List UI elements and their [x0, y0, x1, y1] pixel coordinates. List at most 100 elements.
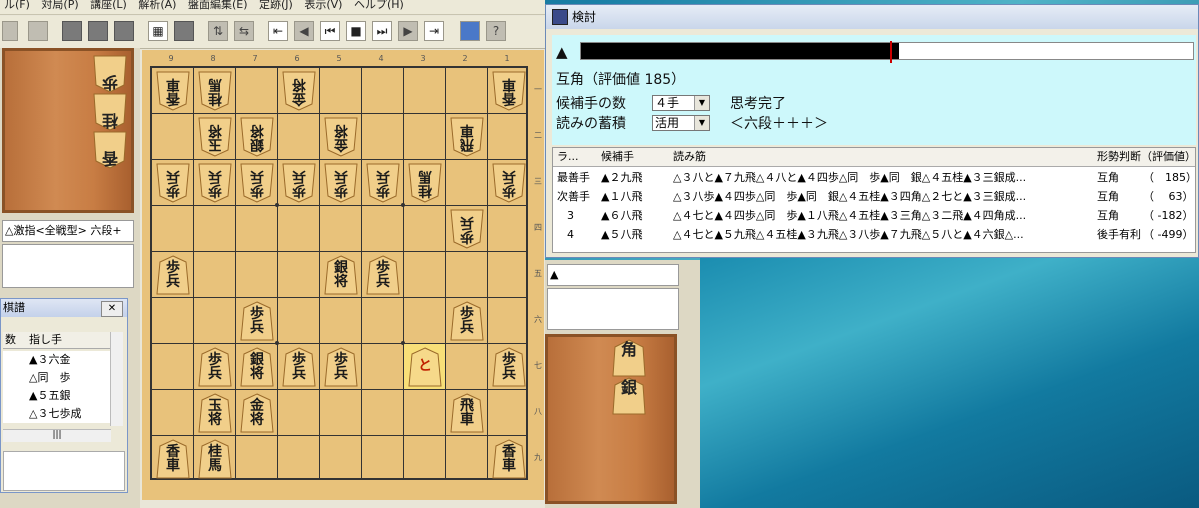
board-square[interactable]: 歩兵 — [446, 298, 488, 344]
menu-edit-board[interactable]: 盤面編集(E) — [188, 0, 248, 10]
board-square[interactable]: 銀将 — [320, 252, 362, 298]
menu-help[interactable]: ヘルプ(H) — [354, 0, 404, 10]
sente-piece[interactable]: 歩兵 — [156, 255, 190, 295]
sente-piece[interactable]: 香車 — [492, 439, 526, 479]
board-square[interactable]: 歩兵 — [488, 160, 530, 206]
board-square[interactable]: 歩兵 — [362, 252, 404, 298]
board-square[interactable]: 歩兵 — [194, 160, 236, 206]
board-square[interactable]: 玉将 — [194, 390, 236, 436]
kifu-row[interactable]: ▲３六金 — [3, 351, 111, 369]
gote-hand-lance[interactable]: 香 — [93, 131, 127, 169]
gote-piece[interactable]: 金将 — [324, 117, 358, 157]
board-square[interactable]: 香車 — [152, 68, 194, 114]
flip-icon[interactable]: ⇅ — [208, 21, 228, 41]
sente-piece[interactable]: と — [408, 347, 442, 387]
kifu-row[interactable]: △３七歩成 — [3, 405, 111, 423]
kifu-comment-box[interactable] — [3, 451, 125, 491]
board-square[interactable]: 香車 — [488, 68, 530, 114]
first-move-icon[interactable]: ⇤ — [268, 21, 288, 41]
board-square[interactable]: 歩兵 — [236, 298, 278, 344]
gote-piece[interactable]: 飛車 — [450, 117, 484, 157]
header-judge[interactable]: 形勢判断（評価値） — [1097, 148, 1196, 166]
gote-hand-pawn[interactable]: 歩 — [93, 55, 127, 93]
board-square[interactable]: 歩兵 — [488, 344, 530, 390]
sente-piece[interactable]: 飛車 — [450, 393, 484, 433]
last-move-icon[interactable]: ⇥ — [424, 21, 444, 41]
gote-piece[interactable]: 歩兵 — [366, 163, 400, 203]
stop-icon[interactable]: ■ — [346, 21, 366, 41]
gote-piece[interactable]: 歩兵 — [156, 163, 190, 203]
board-square[interactable]: 歩兵 — [278, 160, 320, 206]
board-square[interactable]: 桂馬 — [404, 160, 446, 206]
step-forward-icon[interactable]: ⏭ — [372, 21, 392, 41]
sente-piece[interactable]: 歩兵 — [198, 347, 232, 387]
gote-piece[interactable]: 歩兵 — [240, 163, 274, 203]
gote-piece[interactable]: 歩兵 — [450, 209, 484, 249]
chevron-down-icon[interactable]: ▼ — [694, 116, 709, 130]
back-icon[interactable]: ◀ — [294, 21, 314, 41]
help-icon[interactable]: ? — [486, 21, 506, 41]
gote-piece[interactable]: 歩兵 — [282, 163, 316, 203]
gote-piece[interactable]: 歩兵 — [198, 163, 232, 203]
board-square[interactable]: 香車 — [488, 436, 530, 482]
candidate-row[interactable]: 4 ▲５八飛 △４七と▲５九飛△４五桂▲３九飛△３八歩▲７九飛△５八と▲４六銀△..… — [553, 225, 1195, 244]
board-square[interactable]: 金将 — [278, 68, 320, 114]
board-square[interactable]: 香車 — [152, 436, 194, 482]
sente-piece[interactable]: 歩兵 — [282, 347, 316, 387]
sente-piece[interactable]: 歩兵 — [240, 301, 274, 341]
board-square[interactable]: 飛車 — [446, 390, 488, 436]
kifu-hscrollbar[interactable]: ||| — [3, 429, 111, 442]
gote-piece[interactable]: 香車 — [492, 71, 526, 111]
board-square[interactable]: 玉将 — [194, 114, 236, 160]
chevron-down-icon[interactable]: ▼ — [694, 96, 709, 110]
board-square[interactable]: 歩兵 — [194, 344, 236, 390]
candidate-row[interactable]: 3 ▲６八飛 △４七と▲４四歩△同 歩▲１八飛△４五桂▲３三角△３二飛▲４四角成..… — [553, 206, 1195, 225]
open-icon[interactable] — [28, 21, 48, 41]
sente-piece[interactable]: 歩兵 — [492, 347, 526, 387]
accumulation-select[interactable]: 活用 ▼ — [652, 115, 710, 131]
menu-lesson[interactable]: 講座(L) — [90, 0, 127, 10]
sente-hand-silver[interactable]: 銀 — [612, 377, 646, 415]
board-square[interactable]: 歩兵 — [320, 344, 362, 390]
sente-hand-bishop[interactable]: 角 — [612, 339, 646, 377]
menu-joseki[interactable]: 定跡(J) — [259, 0, 293, 10]
board-square[interactable]: 桂馬 — [194, 68, 236, 114]
sente-piece[interactable]: 歩兵 — [324, 347, 358, 387]
gote-piece[interactable]: 玉将 — [198, 117, 232, 157]
header-pv[interactable]: 読み筋 — [673, 148, 706, 166]
gote-piece[interactable]: 歩兵 — [324, 163, 358, 203]
board-square[interactable]: 銀将 — [236, 344, 278, 390]
sente-piece[interactable]: 銀将 — [324, 255, 358, 295]
kifu-row[interactable]: △同 歩 — [3, 369, 111, 387]
kifu-close-button[interactable]: ✕ — [101, 301, 123, 317]
menu-file[interactable]: ル(F) — [4, 0, 30, 10]
sente-piece[interactable]: 銀将 — [240, 347, 274, 387]
gote-piece[interactable]: 歩兵 — [492, 163, 526, 203]
toolbar-button-3[interactable] — [114, 21, 134, 41]
board-square[interactable]: と — [404, 344, 446, 390]
board-square[interactable]: 桂馬 — [194, 436, 236, 482]
board-icon[interactable]: ▦ — [148, 21, 168, 41]
candidate-row[interactable]: 最善手 ▲２九飛 △３八と▲７九飛△４八と▲４四歩△同 歩▲同 銀△４五桂▲３三銀成… — [553, 168, 1195, 187]
gote-piece[interactable]: 銀将 — [240, 117, 274, 157]
sente-piece[interactable]: 香車 — [156, 439, 190, 479]
board-square[interactable]: 銀将 — [236, 114, 278, 160]
kifu-scrollbar[interactable] — [110, 332, 123, 426]
menu-view[interactable]: 表示(V) — [304, 0, 342, 10]
candidate-row[interactable]: 次善手 ▲１八飛 △３八歩▲４四歩△同 歩▲同 銀△４五桂▲３四角△２七と▲３三銀成… — [553, 187, 1195, 206]
gote-piece[interactable]: 桂馬 — [408, 163, 442, 203]
sente-piece[interactable]: 金将 — [240, 393, 274, 433]
board-square[interactable]: 歩兵 — [152, 160, 194, 206]
sente-piece[interactable]: 桂馬 — [198, 439, 232, 479]
toolbar-button-2[interactable] — [88, 21, 108, 41]
sente-piece[interactable]: 歩兵 — [450, 301, 484, 341]
candidate-count-select[interactable]: ４手 ▼ — [652, 95, 710, 111]
menu-game[interactable]: 対局(P) — [41, 0, 78, 10]
forward-icon[interactable]: ▶ — [398, 21, 418, 41]
board-square[interactable]: 歩兵 — [362, 160, 404, 206]
gote-piece[interactable]: 桂馬 — [198, 71, 232, 111]
swap-icon[interactable]: ⇆ — [234, 21, 254, 41]
step-back-icon[interactable]: ⏮ — [320, 21, 340, 41]
window-icon[interactable] — [460, 21, 480, 41]
header-rank[interactable]: ラ... — [557, 148, 579, 166]
